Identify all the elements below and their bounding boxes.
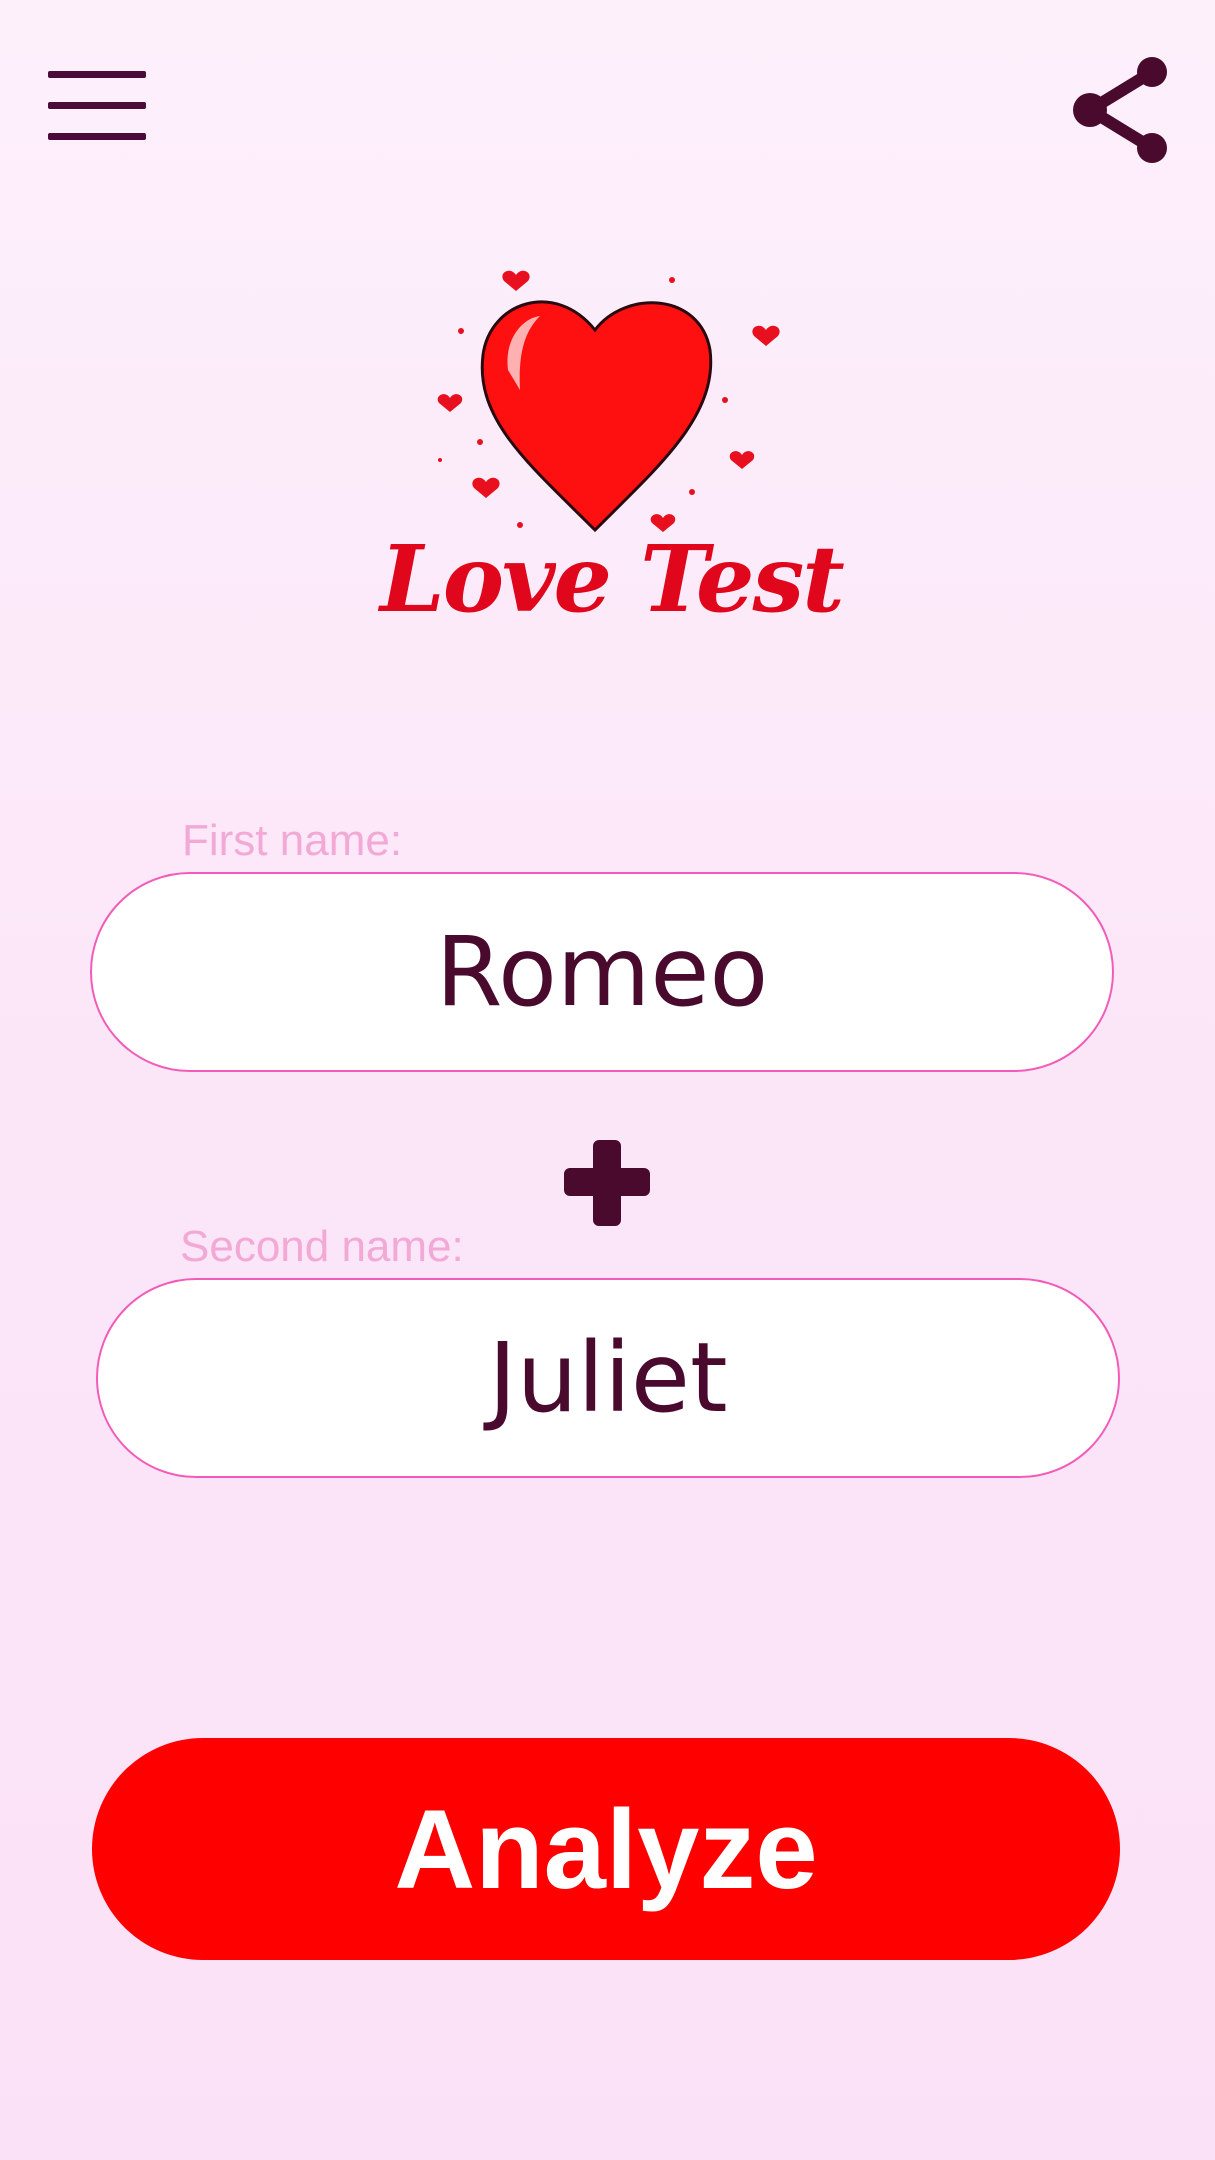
second-name-label: Second name: — [180, 1222, 464, 1271]
plus-icon — [564, 1140, 650, 1226]
analyze-button[interactable]: Analyze — [92, 1738, 1120, 1960]
app-title: Love Test — [380, 525, 845, 633]
share-button[interactable] — [1068, 56, 1172, 166]
menu-bar-bottom — [48, 133, 146, 140]
first-name-label: First name: — [182, 816, 403, 865]
share-icon — [1073, 57, 1167, 163]
menu-button[interactable] — [48, 68, 148, 144]
menu-bar-middle — [48, 102, 146, 109]
second-name-input[interactable]: Juliet — [96, 1278, 1120, 1478]
hamburger-menu-icon — [48, 71, 146, 78]
first-name-input[interactable]: Romeo — [90, 872, 1114, 1072]
app-logo: Love Test — [380, 250, 845, 670]
heart-icon — [437, 270, 780, 533]
